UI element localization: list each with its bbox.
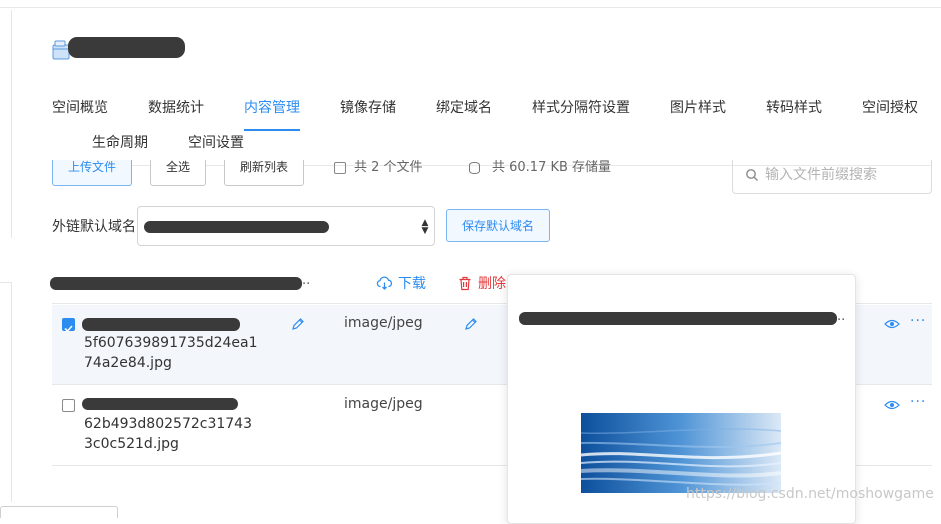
tab-image-styles[interactable]: 图片样式 bbox=[670, 97, 726, 117]
preview-eye-icon[interactable] bbox=[884, 318, 900, 330]
check-icon bbox=[64, 325, 73, 333]
more-actions-icon[interactable]: ··· bbox=[910, 313, 926, 329]
bucket-name-redacted bbox=[68, 37, 185, 58]
active-tab-indicator bbox=[244, 129, 300, 131]
row-checkbox[interactable] bbox=[62, 318, 75, 333]
path-ellipsis: .. bbox=[302, 273, 311, 288]
refresh-list-label: 刷新列表 bbox=[239, 160, 288, 174]
upload-button-label: 上传文件 bbox=[67, 160, 116, 174]
tab-style-separator[interactable]: 样式分隔符设置 bbox=[532, 97, 630, 117]
edit-name-icon[interactable] bbox=[291, 317, 305, 331]
file-icon bbox=[334, 161, 346, 174]
storage-usage-text: 共 60.17 KB 存储量 bbox=[492, 160, 612, 175]
search-input[interactable] bbox=[763, 164, 923, 186]
file-name[interactable]: 62b493d802572c31743 3c0c521d.jpg bbox=[84, 414, 284, 454]
file-name-line: 62b493d802572c31743 bbox=[84, 416, 252, 432]
file-name-line: 74a2e84.jpg bbox=[84, 355, 172, 371]
upload-button[interactable]: 上传文件 bbox=[52, 160, 132, 186]
storage-usage: 共 60.17 KB 存储量 bbox=[469, 160, 611, 176]
tab-data-statistics[interactable]: 数据统计 bbox=[148, 97, 204, 117]
file-path-redacted bbox=[82, 318, 240, 331]
watermark-text: https://blog.csdn.net/moshowgame bbox=[686, 486, 934, 502]
file-name-line: 5f607639891735d24ea1 bbox=[84, 335, 258, 351]
file-count-text: 共 2 个文件 bbox=[354, 160, 423, 175]
database-icon bbox=[469, 161, 480, 174]
cloud-download-icon bbox=[376, 276, 393, 290]
current-path-redacted bbox=[50, 277, 302, 290]
row-checkbox[interactable] bbox=[62, 399, 75, 412]
left-panel-edge bbox=[0, 10, 12, 238]
tab-bind-domain[interactable]: 绑定域名 bbox=[436, 97, 492, 117]
preview-eye-icon[interactable] bbox=[884, 399, 900, 411]
tab-space-settings[interactable]: 空间设置 bbox=[188, 132, 244, 152]
tab-transcode-styles[interactable]: 转码样式 bbox=[766, 97, 822, 117]
select-all-button[interactable]: 全选 bbox=[150, 160, 206, 186]
more-actions-icon[interactable]: ··· bbox=[910, 394, 926, 410]
download-label: 下载 bbox=[398, 276, 426, 292]
tab-lifecycle[interactable]: 生命周期 bbox=[92, 132, 148, 152]
save-default-domain-button[interactable]: 保存默认域名 bbox=[446, 209, 550, 242]
domain-value-redacted bbox=[144, 221, 329, 233]
file-url-ellipsis: .. bbox=[837, 309, 846, 324]
search-icon bbox=[746, 169, 758, 181]
file-url-redacted bbox=[519, 312, 837, 325]
tab-space-overview[interactable]: 空间概览 bbox=[52, 97, 108, 117]
refresh-list-button[interactable]: 刷新列表 bbox=[224, 160, 304, 186]
mime-type: image/jpeg bbox=[344, 396, 423, 412]
mime-type: image/jpeg bbox=[344, 315, 423, 331]
search-field[interactable] bbox=[732, 160, 932, 194]
tab-content-management[interactable]: 内容管理 bbox=[244, 97, 300, 117]
left-panel-edge bbox=[0, 282, 12, 502]
window-top-bar bbox=[0, 0, 941, 8]
select-all-label: 全选 bbox=[165, 160, 190, 174]
select-arrows-icon: ▲ ▼ bbox=[421, 218, 429, 236]
trash-icon bbox=[459, 276, 471, 290]
file-name[interactable]: 5f607639891735d24ea1 74a2e84.jpg bbox=[84, 333, 284, 373]
download-button[interactable]: 下载 bbox=[376, 273, 426, 293]
tab-space-authorization[interactable]: 空间授权 bbox=[862, 97, 918, 117]
tab-mirror-storage[interactable]: 镜像存储 bbox=[340, 97, 396, 117]
file-path-redacted bbox=[82, 398, 238, 410]
delete-button[interactable]: 删除 bbox=[458, 273, 506, 293]
file-name-line: 3c0c521d.jpg bbox=[84, 436, 179, 452]
default-domain-label: 外链默认域名 bbox=[52, 219, 136, 235]
edit-mime-icon[interactable] bbox=[464, 317, 478, 331]
bottom-panel-edge bbox=[0, 506, 118, 518]
file-count: 共 2 个文件 bbox=[334, 160, 423, 176]
delete-label: 删除 bbox=[478, 276, 506, 292]
image-preview-thumbnail bbox=[581, 413, 781, 493]
